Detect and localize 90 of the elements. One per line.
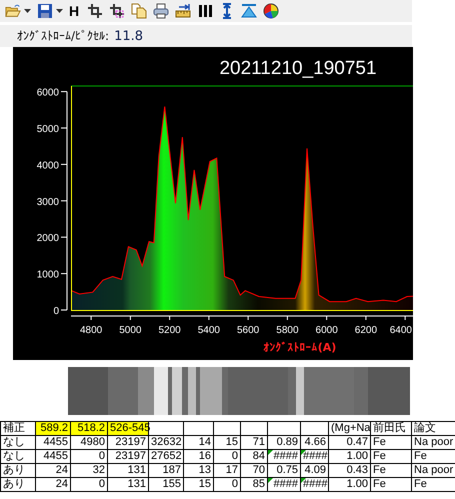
table-cell: 71 [240,436,268,450]
table-cell: あり [0,464,36,478]
table-cell: Fe [370,478,412,492]
table-cell: 0 [214,478,240,492]
table-cell: 85 [240,478,268,492]
table-cell: 23197 [108,436,148,450]
table-cell: 27652 [148,450,184,464]
table-cell: 0.75 [268,464,300,478]
x-tick-label: 5400 [198,325,220,336]
folder-icon[interactable] [5,3,21,19]
header-cell: 589.2 [40,422,68,434]
table-cell: 32632 [148,436,184,450]
table-cell: 70 [240,464,268,478]
h-tool-icon[interactable]: H [69,3,81,19]
table-cell: 0 [70,478,108,492]
y-tick-label: 6000 [36,88,59,99]
table-cell: 14 [184,436,214,450]
color-ball-icon[interactable] [263,3,279,19]
table-cell: 4.66 [300,436,328,450]
x-tick-label: 6200 [354,325,378,336]
table-cell: 15 [184,478,214,492]
crop-icon[interactable] [87,3,103,19]
scale-label: ｵﾝｸﾞｽﾄﾛｰﾑ/ﾋﾟｸｾﾙ: [17,29,110,43]
table-cell: あり [0,478,36,492]
table-cell: 4.09 [300,464,328,478]
y-tick-label: 0 [53,306,59,317]
y-tick-label: 2000 [36,233,59,244]
table-cell: Fe [412,478,455,492]
x-tick-label: 5800 [276,325,299,336]
bars-icon[interactable] [197,3,213,19]
x-tick-label: 6400 [390,325,412,336]
chart-title: 20211210_190751 [219,58,377,79]
y-tick-label: 5000 [36,124,59,135]
table-cell: 4455 [36,450,70,464]
table-cell: #### [268,450,300,464]
table-cell: 131 [108,478,148,492]
table-cell: 24 [36,464,70,478]
y-tick-label: 3000 [36,196,59,208]
header-cell: 補正 [3,422,25,434]
y-tick-label: 4000 [36,160,59,172]
header-cell: 前田氏 [373,422,406,434]
table-cell: 84 [240,450,268,464]
table-cell: Na poor [412,464,455,478]
table-cell: #### [268,478,300,492]
table-cell: Fe [370,436,412,450]
caret-icon[interactable] [56,9,63,13]
table-cell: 23197 [108,450,148,464]
x-tick-label: 5000 [119,325,142,336]
table-cell: 15 [214,436,240,450]
y-tick-label: 1000 [36,270,59,281]
table-cell: 131 [108,464,148,478]
scale-value: 11.8 [114,28,144,44]
table-cell: #### [300,478,328,492]
table-cell: Na poor [412,436,455,450]
header-cell: 論文 [414,422,436,434]
table-cell: 1.00 [328,450,370,464]
table-cell: 32 [70,464,108,478]
copy-icon[interactable] [131,3,147,19]
header-cell: (Mg+Na [331,422,370,434]
table-cell: Fe [412,450,455,464]
table-cell: 0 [214,450,240,464]
x-tick-label: 5200 [158,325,181,336]
table-cell: 4980 [70,436,108,450]
caret-icon[interactable] [24,9,31,13]
x-tick-label: 4800 [80,325,102,336]
table-cell: Fe [370,450,412,464]
table-cell: Fe [370,464,412,478]
triangle-icon[interactable] [241,3,257,19]
table-cell: 16 [184,450,214,464]
table-cell: 13 [184,464,214,478]
table-cell: 155 [148,478,184,492]
table-cell: 0 [70,450,108,464]
x-tick-label: 5600 [237,325,260,336]
table-cell: 4455 [36,436,70,450]
table-cell: #### [300,450,328,464]
table-cell: 0.89 [268,436,300,450]
table-cell: 17 [214,464,240,478]
x-tick-label: 6000 [316,325,338,336]
printer-icon[interactable] [153,3,169,19]
table-cell: 187 [148,464,184,478]
crop-select-icon[interactable] [109,3,125,19]
table-cell: なし [0,436,36,450]
table-cell: 0.43 [328,464,370,478]
table-cell: 24 [36,478,70,492]
header-cell: 518.2 [77,422,105,434]
table-cell: なし [0,450,36,464]
ruler-icon[interactable] [175,3,191,19]
x-axis-title: ｵﾝｸﾞｽﾄﾛｰﾑ(A) [264,341,336,354]
table-cell: 0.47 [328,436,370,450]
table-cell: 1.00 [328,478,370,492]
